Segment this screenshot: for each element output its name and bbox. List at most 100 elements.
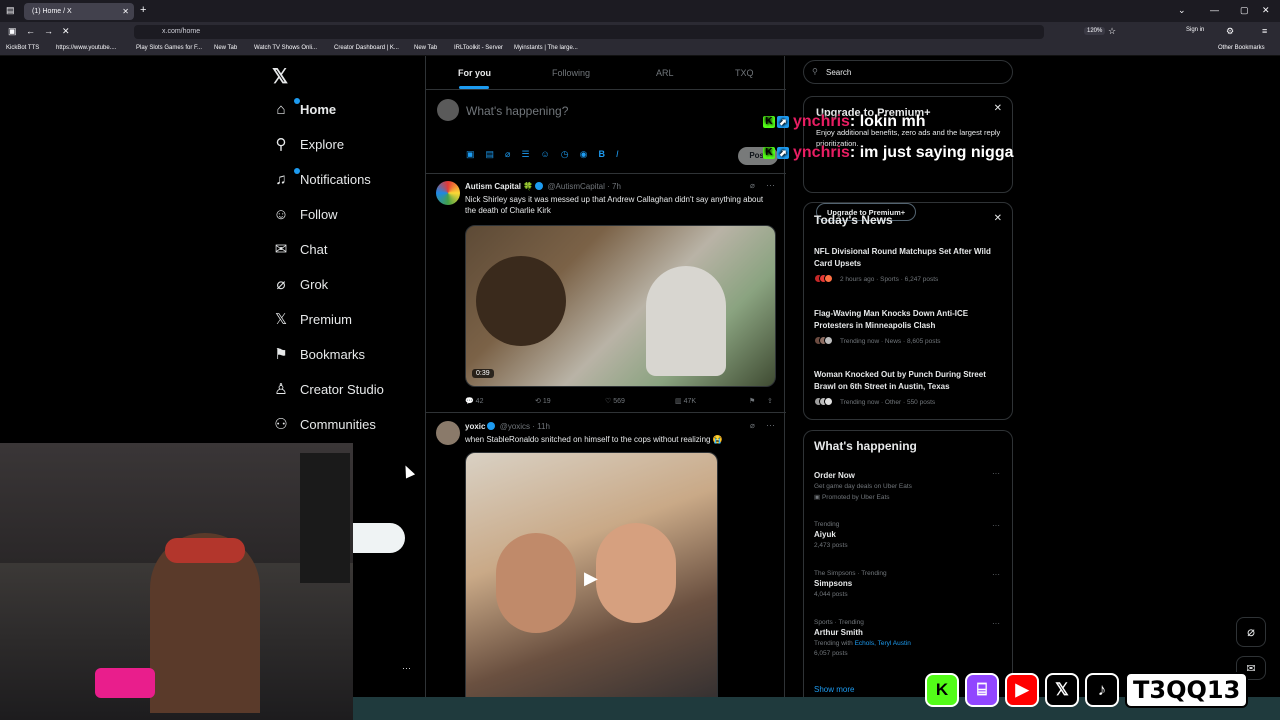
tweet[interactable]: Autism Capital 🍀 @AutismCapital · 7h ⌀ ·… <box>426 174 786 413</box>
tweet-video[interactable]: 0:39 <box>465 225 776 387</box>
new-tab-icon[interactable]: + <box>140 4 146 16</box>
sidebar-toggle-icon[interactable]: ▣ <box>8 26 17 37</box>
bookmark-item[interactable]: New Tab <box>414 45 437 51</box>
nav-grok[interactable]: ⌀ Grok <box>272 269 328 299</box>
author-name[interactable]: Autism Capital 🍀 <box>465 182 533 191</box>
bookmark-icon[interactable]: ⚑ <box>749 397 767 405</box>
x-logo-icon[interactable]: 𝕏 <box>272 64 288 89</box>
compose-input[interactable]: What's happening? <box>466 104 568 118</box>
grok-icon[interactable]: ⌀ <box>1236 617 1266 647</box>
trend-context-link[interactable]: Echols, Teryl Austin <box>855 640 911 647</box>
more-icon[interactable]: ··· <box>992 570 1000 579</box>
search-input[interactable]: ⚲ Search <box>803 60 1013 84</box>
nav-communities[interactable]: ⚇ Communities <box>272 409 376 439</box>
sign-in-button[interactable]: Sign in <box>1186 27 1204 33</box>
other-bookmarks[interactable]: Other Bookmarks <box>1218 45 1265 51</box>
more-icon[interactable]: ··· <box>992 619 1000 628</box>
more-icon[interactable]: ··· <box>992 469 1000 478</box>
nav-bookmarks[interactable]: ⚑ Bookmarks <box>272 339 365 369</box>
maximize-icon[interactable]: ▢ <box>1240 5 1249 16</box>
tab-txq[interactable]: TXQ <box>735 68 754 78</box>
nav-premium[interactable]: 𝕏 Premium <box>272 304 352 334</box>
location-icon[interactable]: ◉ <box>580 149 588 160</box>
news-item[interactable]: NFL Divisional Round Matchups Set After … <box>814 246 1004 284</box>
avatar[interactable] <box>436 421 460 445</box>
chevron-down-icon[interactable]: ⌄ <box>1178 5 1186 16</box>
close-icon[interactable]: ✕ <box>994 103 1002 114</box>
tweet-video[interactable]: ▶ <box>465 452 718 720</box>
news-item[interactable]: Flag-Waving Man Knocks Down Anti-ICE Pro… <box>814 308 1004 346</box>
bookmark-item[interactable]: Play Slots Games for F... <box>136 45 202 51</box>
trend-item[interactable]: Order Now Get game day deals on Uber Eat… <box>814 469 1004 501</box>
news-item[interactable]: Woman Knocked Out by Punch During Street… <box>814 369 1004 407</box>
zoom-level[interactable]: 120% <box>1084 27 1106 35</box>
author-handle[interactable]: @yoxics · 11h <box>500 422 550 431</box>
play-icon[interactable]: ▶ <box>584 568 598 589</box>
minimize-icon[interactable]: — <box>1210 5 1219 15</box>
poll-icon[interactable]: ☰ <box>521 149 529 160</box>
bookmark-item[interactable]: IRLToolkit - Server <box>454 45 503 51</box>
news-meta-text: Trending now · Other · 550 posts <box>840 398 936 406</box>
bookmark-item[interactable]: Watch TV Shows Onli... <box>254 45 317 51</box>
bookmark-item[interactable]: KickBot TTS <box>6 45 39 51</box>
author-name[interactable]: yoxic <box>465 422 485 431</box>
show-more-link[interactable]: Show more <box>814 685 854 694</box>
back-icon[interactable]: ← <box>26 26 35 36</box>
author-handle[interactable]: @AutismCapital · 7h <box>547 182 620 191</box>
tweet[interactable]: yoxic @yoxics · 11h ⌀ ··· when StableRon… <box>426 414 786 720</box>
close-window-icon[interactable]: ✕ <box>1262 5 1270 16</box>
avatar[interactable] <box>437 99 459 121</box>
grok-icon[interactable]: ⌀ <box>750 181 755 190</box>
stop-icon[interactable]: ✕ <box>62 26 70 37</box>
more-icon[interactable]: ··· <box>992 521 1000 530</box>
more-icon[interactable]: ··· <box>766 420 775 430</box>
trend-item[interactable]: The Simpsons · Trending Simpsons 4,044 p… <box>814 570 1004 598</box>
trend-item[interactable]: Sports · Trending Arthur Smith Trending … <box>814 619 1004 657</box>
chat-text: : lokin mh <box>849 113 926 130</box>
schedule-icon[interactable]: ◷ <box>561 149 569 160</box>
tab-list-icon[interactable]: ▤ <box>6 5 15 16</box>
grok-icon[interactable]: ⌀ <box>505 149 510 160</box>
bookmark-item[interactable]: Myinstants | The large... <box>514 45 578 51</box>
trend-posts: 6,057 posts <box>814 650 848 657</box>
post-button-partial[interactable] <box>353 523 405 553</box>
nav-notifications[interactable]: ♫ Notifications <box>272 164 371 194</box>
trend-item[interactable]: Trending Aiyuk 2,473 posts ··· <box>814 521 1004 549</box>
bookmark-item[interactable]: Creator Dashboard | K... <box>334 45 399 51</box>
image-icon[interactable]: ▣ <box>466 149 475 160</box>
browser-tab[interactable]: (1) Home / X ✕ <box>24 3 134 20</box>
nav-explore[interactable]: ⚲ Explore <box>272 129 345 159</box>
menu-icon[interactable]: ≡ <box>1262 26 1267 36</box>
more-icon[interactable]: ··· <box>766 180 775 190</box>
forward-icon[interactable]: → <box>44 26 53 36</box>
tab-for-you[interactable]: For you <box>458 68 491 78</box>
gif-icon[interactable]: ▤ <box>486 149 495 160</box>
close-icon[interactable]: ✕ <box>994 213 1002 224</box>
url-bar[interactable]: x.com/home <box>134 25 1044 39</box>
nav-chat[interactable]: ✉ Chat <box>272 234 328 264</box>
grok-icon[interactable]: ⌀ <box>750 421 755 430</box>
nav-creator-studio[interactable]: ♙ Creator Studio <box>272 374 384 404</box>
feed-tabs: For you Following ARL TXQ <box>426 56 786 90</box>
nav-home[interactable]: ⌂ Home <box>272 94 336 124</box>
share-icon[interactable]: ⇪ <box>767 397 773 405</box>
chat-message: K ⬈ ynchris : lokin mh <box>763 112 925 132</box>
extensions-icon[interactable]: ⚙ <box>1226 26 1234 37</box>
avatar[interactable] <box>436 181 460 205</box>
tab-following[interactable]: Following <box>552 68 590 78</box>
repost-button[interactable]: ⟲ 19 <box>535 397 605 405</box>
like-button[interactable]: ♡ 569 <box>605 397 675 405</box>
reply-button[interactable]: 💬 42 <box>465 397 535 405</box>
bookmark-item[interactable]: https://www.youtube.... <box>56 45 116 51</box>
emoji-icon[interactable]: ☺ <box>541 149 550 160</box>
chat-text: : im just saying nigga <box>849 144 1014 161</box>
views-button[interactable]: ▥ 47K <box>675 397 749 405</box>
more-options-icon[interactable]: ··· <box>402 663 411 673</box>
nav-follow[interactable]: ☺ Follow <box>272 199 337 229</box>
close-tab-icon[interactable]: ✕ <box>122 7 129 16</box>
bookmark-item[interactable]: New Tab <box>214 45 237 51</box>
bold-icon[interactable]: B <box>598 149 605 160</box>
star-icon[interactable]: ☆ <box>1108 26 1116 37</box>
tab-arl[interactable]: ARL <box>656 68 674 78</box>
italic-icon[interactable]: I <box>616 149 619 160</box>
